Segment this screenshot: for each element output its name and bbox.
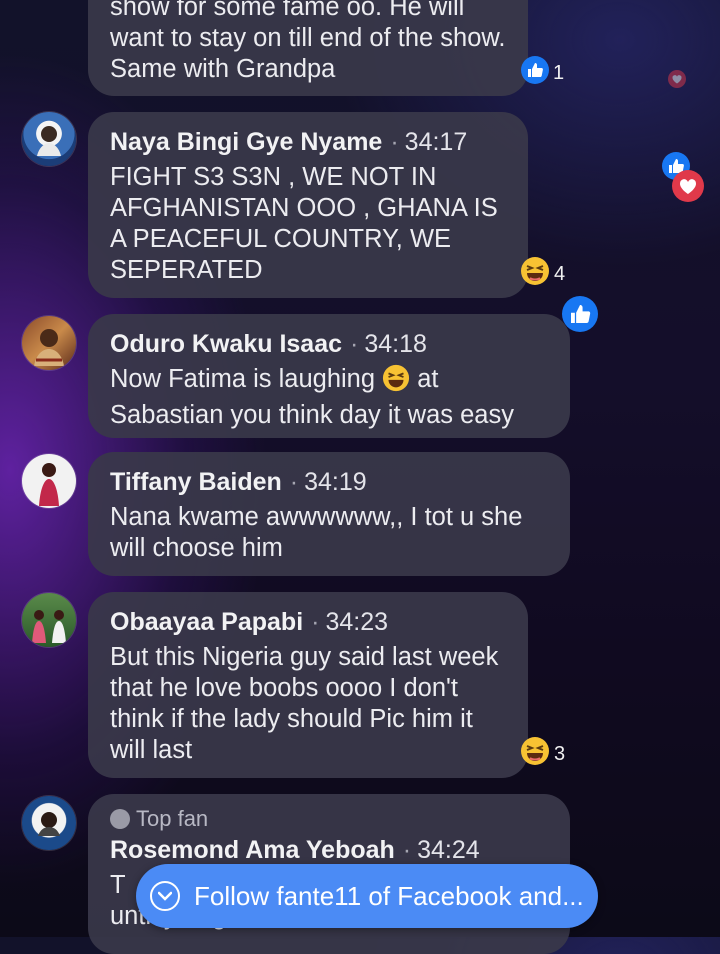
comment-bubble[interactable]: Naya Bingi Gye Nyame · 34:17 FIGHT S3 S3N … bbox=[88, 112, 528, 298]
reaction-count: 1 bbox=[553, 61, 565, 84]
reaction-count: 4 bbox=[554, 262, 566, 285]
avatar[interactable] bbox=[22, 316, 76, 370]
commenter-name[interactable]: Naya Bingi Gye Nyame bbox=[110, 128, 382, 156]
comment-time: 34:17 bbox=[404, 128, 468, 156]
comment-time: 34:24 bbox=[417, 836, 480, 864]
like-icon bbox=[562, 296, 598, 337]
heart-icon bbox=[668, 70, 686, 93]
comment-text: want to stay on till end of the show. Sa… bbox=[110, 24, 506, 83]
comment-text-line1: show for some fame oo. He will bbox=[110, 0, 465, 21]
top-fan-badge: Top fan bbox=[110, 806, 548, 832]
reaction-summary[interactable]: 4 bbox=[520, 256, 565, 292]
comment-text-part: T bbox=[110, 871, 126, 899]
avatar[interactable] bbox=[22, 796, 76, 850]
avatar[interactable] bbox=[22, 454, 76, 508]
chevron-down-icon bbox=[150, 881, 180, 911]
badge-dot-icon bbox=[110, 809, 130, 829]
commenter-name[interactable]: Rosemond Ama Yeboah bbox=[110, 836, 395, 864]
commenter-name[interactable]: Oduro Kwaku Isaac bbox=[110, 330, 342, 358]
comment-time: 34:18 bbox=[364, 330, 427, 358]
commenter-name[interactable]: Tiffany Baiden bbox=[110, 468, 282, 496]
like-icon bbox=[521, 56, 549, 90]
comment-bubble[interactable]: Oduro Kwaku Isaac · 34:18 Now Fatima is la… bbox=[88, 314, 570, 438]
laughing-emoji-icon bbox=[382, 364, 410, 400]
avatar[interactable] bbox=[22, 593, 76, 647]
separator-dot: · bbox=[350, 330, 359, 358]
reaction-summary[interactable]: 1 bbox=[521, 56, 564, 90]
comment-text: FIGHT S3 S3N , WE NOT IN AFGHANISTAN OOO… bbox=[110, 163, 498, 284]
laughing-emoji-icon bbox=[520, 256, 550, 292]
comment-bubble[interactable]: show for some fame oo. He will want to s… bbox=[88, 0, 528, 96]
heart-icon bbox=[672, 170, 704, 207]
laughing-emoji-icon bbox=[520, 736, 550, 772]
follow-button-label: Follow fante11 of Facebook and... bbox=[194, 880, 584, 911]
reaction-summary[interactable]: 3 bbox=[520, 736, 565, 772]
reaction-count: 3 bbox=[554, 742, 566, 765]
badge-label: Top fan bbox=[136, 806, 209, 831]
separator-dot: · bbox=[402, 836, 412, 864]
separator-dot: · bbox=[311, 608, 320, 636]
comment-text: But this Nigeria guy said last week that… bbox=[110, 643, 499, 764]
comment-time: 34:19 bbox=[304, 468, 367, 496]
comment-text: Now Fatima is laughing at Sabastian you … bbox=[110, 364, 548, 431]
comment-text-part: Now Fatima is laughing bbox=[110, 365, 383, 393]
comment-bubble[interactable]: Obaayaa Papabi · 34:23 But this Nigeria gu… bbox=[88, 592, 528, 778]
separator-dot: · bbox=[289, 468, 299, 496]
commenter-name[interactable]: Obaayaa Papabi bbox=[110, 608, 303, 636]
comment-bubble[interactable]: Tiffany Baiden · 34:19 Nana kwame awwwwww,… bbox=[88, 452, 570, 576]
follow-button[interactable]: Follow fante11 of Facebook and... bbox=[136, 864, 598, 928]
comment-time: 34:23 bbox=[325, 608, 389, 636]
avatar[interactable] bbox=[22, 112, 76, 166]
separator-dot: · bbox=[390, 128, 399, 156]
comment-text: Nana kwame awwwwww,, I tot u she will ch… bbox=[110, 503, 523, 562]
